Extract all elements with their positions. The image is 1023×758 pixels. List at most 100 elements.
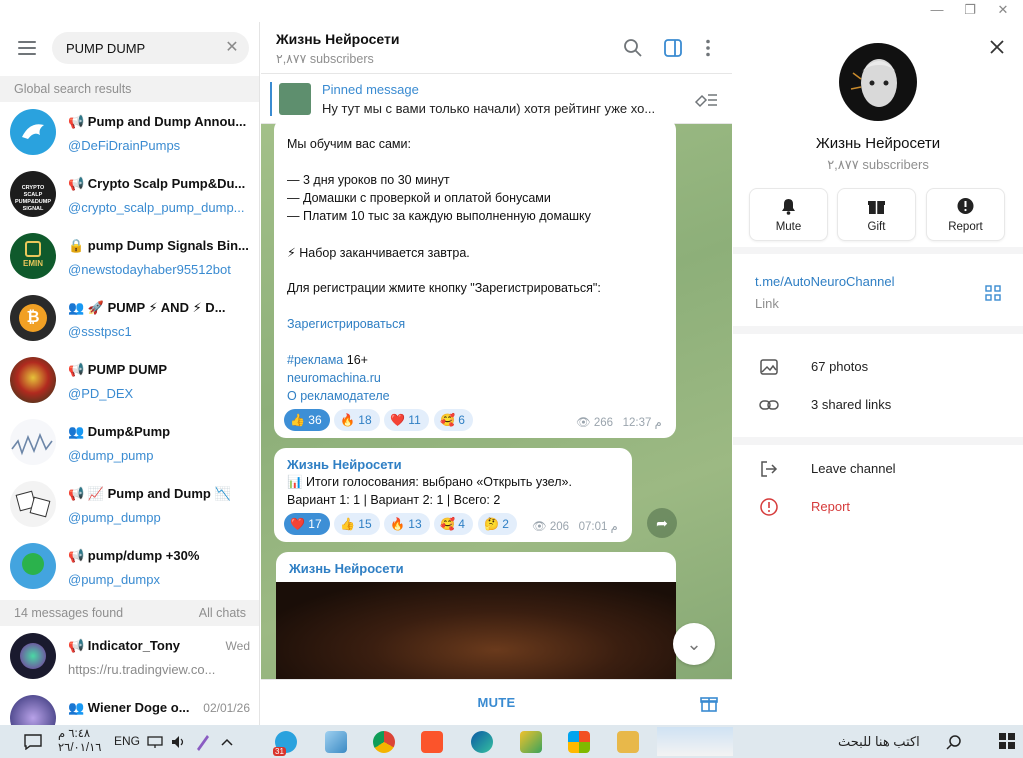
message-bubble[interactable]: Жизнь Нейросети 📊 Итоги голосования: выб…: [274, 448, 632, 542]
channel-subscribers: ٢,٨٧٧ subscribers: [827, 157, 929, 172]
language-indicator[interactable]: ENG: [114, 734, 140, 748]
pinned-list-icon[interactable]: [693, 90, 719, 108]
dice-icon: [15, 490, 51, 518]
avatar: ₿: [10, 295, 56, 341]
reaction-love[interactable]: 🥰 4: [434, 513, 473, 535]
message-result-item[interactable]: 👥 Wiener Doge o... 02/01/26: [0, 688, 259, 725]
result-item[interactable]: ₿ 👥 🚀 PUMP ⚡ AND ⚡ D... @ssstpsc1: [0, 288, 259, 350]
edge-app-icon[interactable]: [471, 731, 493, 753]
channel-link-caption: Link: [755, 296, 779, 311]
reaction-like[interactable]: 👍 15: [334, 513, 380, 535]
message-line: ⚡ Набор заканчивается завтра.: [287, 246, 470, 260]
shared-links-count: 3 shared links: [811, 397, 892, 412]
more-options-icon[interactable]: [698, 38, 718, 58]
restore-button[interactable]: ❐: [954, 0, 986, 22]
leave-channel-row[interactable]: Leave channel: [733, 454, 1023, 484]
result-title: 📢 Indicator_Tony: [68, 638, 181, 653]
message-line: 📊 Итоги голосования: выбрано «Открыть уз…: [287, 475, 572, 489]
result-item[interactable]: 📢 📈 Pump and Dump 📉 @pump_dumpp: [0, 474, 259, 536]
view-count: 206: [549, 521, 569, 533]
channel-avatar[interactable]: [839, 43, 917, 121]
chrome-app-icon[interactable]: [373, 731, 395, 753]
search-icon[interactable]: [623, 38, 643, 58]
register-link[interactable]: Зарегистрироваться: [287, 317, 405, 331]
share-icon[interactable]: ➦: [647, 508, 677, 538]
reaction-like[interactable]: 👍 36: [284, 409, 330, 431]
message-result-item[interactable]: 📢 Indicator_Tony Wed https://ru.tradingv…: [0, 626, 259, 688]
brave-app-icon[interactable]: [421, 731, 443, 753]
windows-start-icon[interactable]: [999, 733, 1015, 749]
mute-action-button[interactable]: Mute: [749, 188, 828, 241]
pinned-text: Ну тут мы с вами только начали) хотя рей…: [322, 101, 656, 116]
reaction-fire[interactable]: 🔥 18: [334, 409, 380, 431]
channel-name: Жизнь Нейросети: [815, 135, 941, 152]
qr-code-icon[interactable]: [985, 285, 1001, 301]
shared-links-row[interactable]: 3 shared links: [733, 390, 1023, 420]
reaction-heart[interactable]: ❤️ 11: [384, 409, 429, 431]
search-input[interactable]: [52, 32, 249, 64]
report-action-button[interactable]: Report: [926, 188, 1005, 241]
result-item[interactable]: CRYPTO SCALP PUMP&DUMP SIGNAL 📢 Crypto S…: [0, 164, 259, 226]
message-media[interactable]: [276, 582, 676, 679]
result-item[interactable]: 📢 pump/dump +30% @pump_dumpx: [0, 536, 259, 598]
hashtag-link[interactable]: #реклама: [287, 353, 343, 367]
store-app-icon[interactable]: [568, 731, 590, 753]
result-title: 📢 📈 Pump and Dump 📉: [68, 486, 231, 501]
reaction-love[interactable]: 🥰 6: [434, 409, 473, 431]
network-icon[interactable]: [147, 736, 163, 748]
warning-icon: [957, 198, 974, 214]
message-line: Вариант 1: 1 | Вариант 2: 1 | Всего: 2: [287, 493, 501, 507]
reaction-heart[interactable]: ❤️ 17: [284, 513, 330, 535]
channel-link-section[interactable]: t.me/AutoNeuroChannel Link: [733, 254, 1023, 326]
mute-button[interactable]: MUTE: [261, 680, 732, 725]
gift-icon[interactable]: [699, 693, 719, 713]
site-link[interactable]: neuromachina.ru: [287, 371, 381, 385]
chevron-up-icon[interactable]: [220, 737, 234, 747]
volume-icon[interactable]: [171, 735, 187, 749]
minimize-button[interactable]: —: [921, 0, 953, 22]
close-window-button[interactable]: ✕: [987, 0, 1019, 22]
result-title: 📢 Crypto Scalp Pump&Du...: [68, 176, 246, 191]
result-item[interactable]: EMIN 🔒 pump Dump Signals Bin... @newstod…: [0, 226, 259, 288]
sidebar-toggle-icon[interactable]: [663, 38, 683, 58]
all-chats-filter[interactable]: All chats: [199, 600, 246, 626]
reaction-fire[interactable]: 🔥 13: [384, 513, 430, 535]
message-line: — 3 дня уроков по 30 минут: [287, 173, 450, 187]
message-sender[interactable]: Жизнь Нейросети: [287, 457, 402, 472]
avatar: [10, 419, 56, 465]
channel-link[interactable]: t.me/AutoNeuroChannel: [755, 274, 894, 289]
result-title: 👥 🚀 PUMP ⚡ AND ⚡ D...: [68, 300, 226, 315]
pen-icon[interactable]: [195, 733, 211, 751]
game-app-icon[interactable]: [520, 731, 542, 753]
global-results-label: Global search results: [14, 82, 132, 96]
scroll-down-icon[interactable]: ⌄: [673, 623, 715, 665]
reaction-thinking[interactable]: 🤔 2: [478, 513, 517, 535]
result-item[interactable]: 👥 Dump&Pump @dump_pump: [0, 412, 259, 474]
search-icon[interactable]: [946, 734, 962, 750]
chat-header[interactable]: Жизнь Нейросети ٢,٨٧٧ subscribers: [261, 22, 732, 74]
pinned-message-bar[interactable]: Pinned message Ну тут мы с вами только н…: [261, 74, 732, 124]
gift-action-button[interactable]: Gift: [837, 188, 916, 241]
notification-center-icon[interactable]: [24, 734, 42, 750]
channel-info-panel: Жизнь Нейросети ٢,٨٧٧ subscribers Mute G…: [733, 22, 1023, 725]
link-icon: [759, 400, 779, 410]
bell-icon: [782, 199, 795, 215]
message-bubble[interactable]: Мы обучим вас сами: — 3 дня уроков по 30…: [274, 118, 676, 438]
telegram-app-icon[interactable]: 31: [273, 731, 297, 756]
leave-icon: [761, 461, 778, 477]
taskbar-clock[interactable]: ٦:٤٨ م ٢٦/٠١/١٦: [58, 727, 101, 755]
result-item[interactable]: 📢 PUMP DUMP @PD_DEX: [0, 350, 259, 412]
clear-search-icon[interactable]: ✕: [223, 39, 241, 57]
report-row[interactable]: Report: [733, 492, 1023, 522]
result-date: Wed: [225, 639, 250, 653]
message-sender[interactable]: Жизнь Нейросети: [289, 561, 404, 576]
menu-icon[interactable]: [18, 41, 36, 55]
hashtag-line: #реклама 16+: [287, 353, 368, 367]
advertiser-link[interactable]: О рекламодателе: [287, 389, 390, 403]
close-icon[interactable]: [987, 37, 1007, 57]
notepad-app-icon[interactable]: [325, 731, 347, 753]
file-explorer-icon[interactable]: [617, 731, 639, 753]
photos-row[interactable]: 67 photos: [733, 352, 1023, 382]
result-item[interactable]: 📢 Pump and Dump Annou... @DeFiDrainPumps: [0, 102, 259, 164]
taskbar-search-text[interactable]: اكتب هنا للبحث: [838, 734, 920, 750]
